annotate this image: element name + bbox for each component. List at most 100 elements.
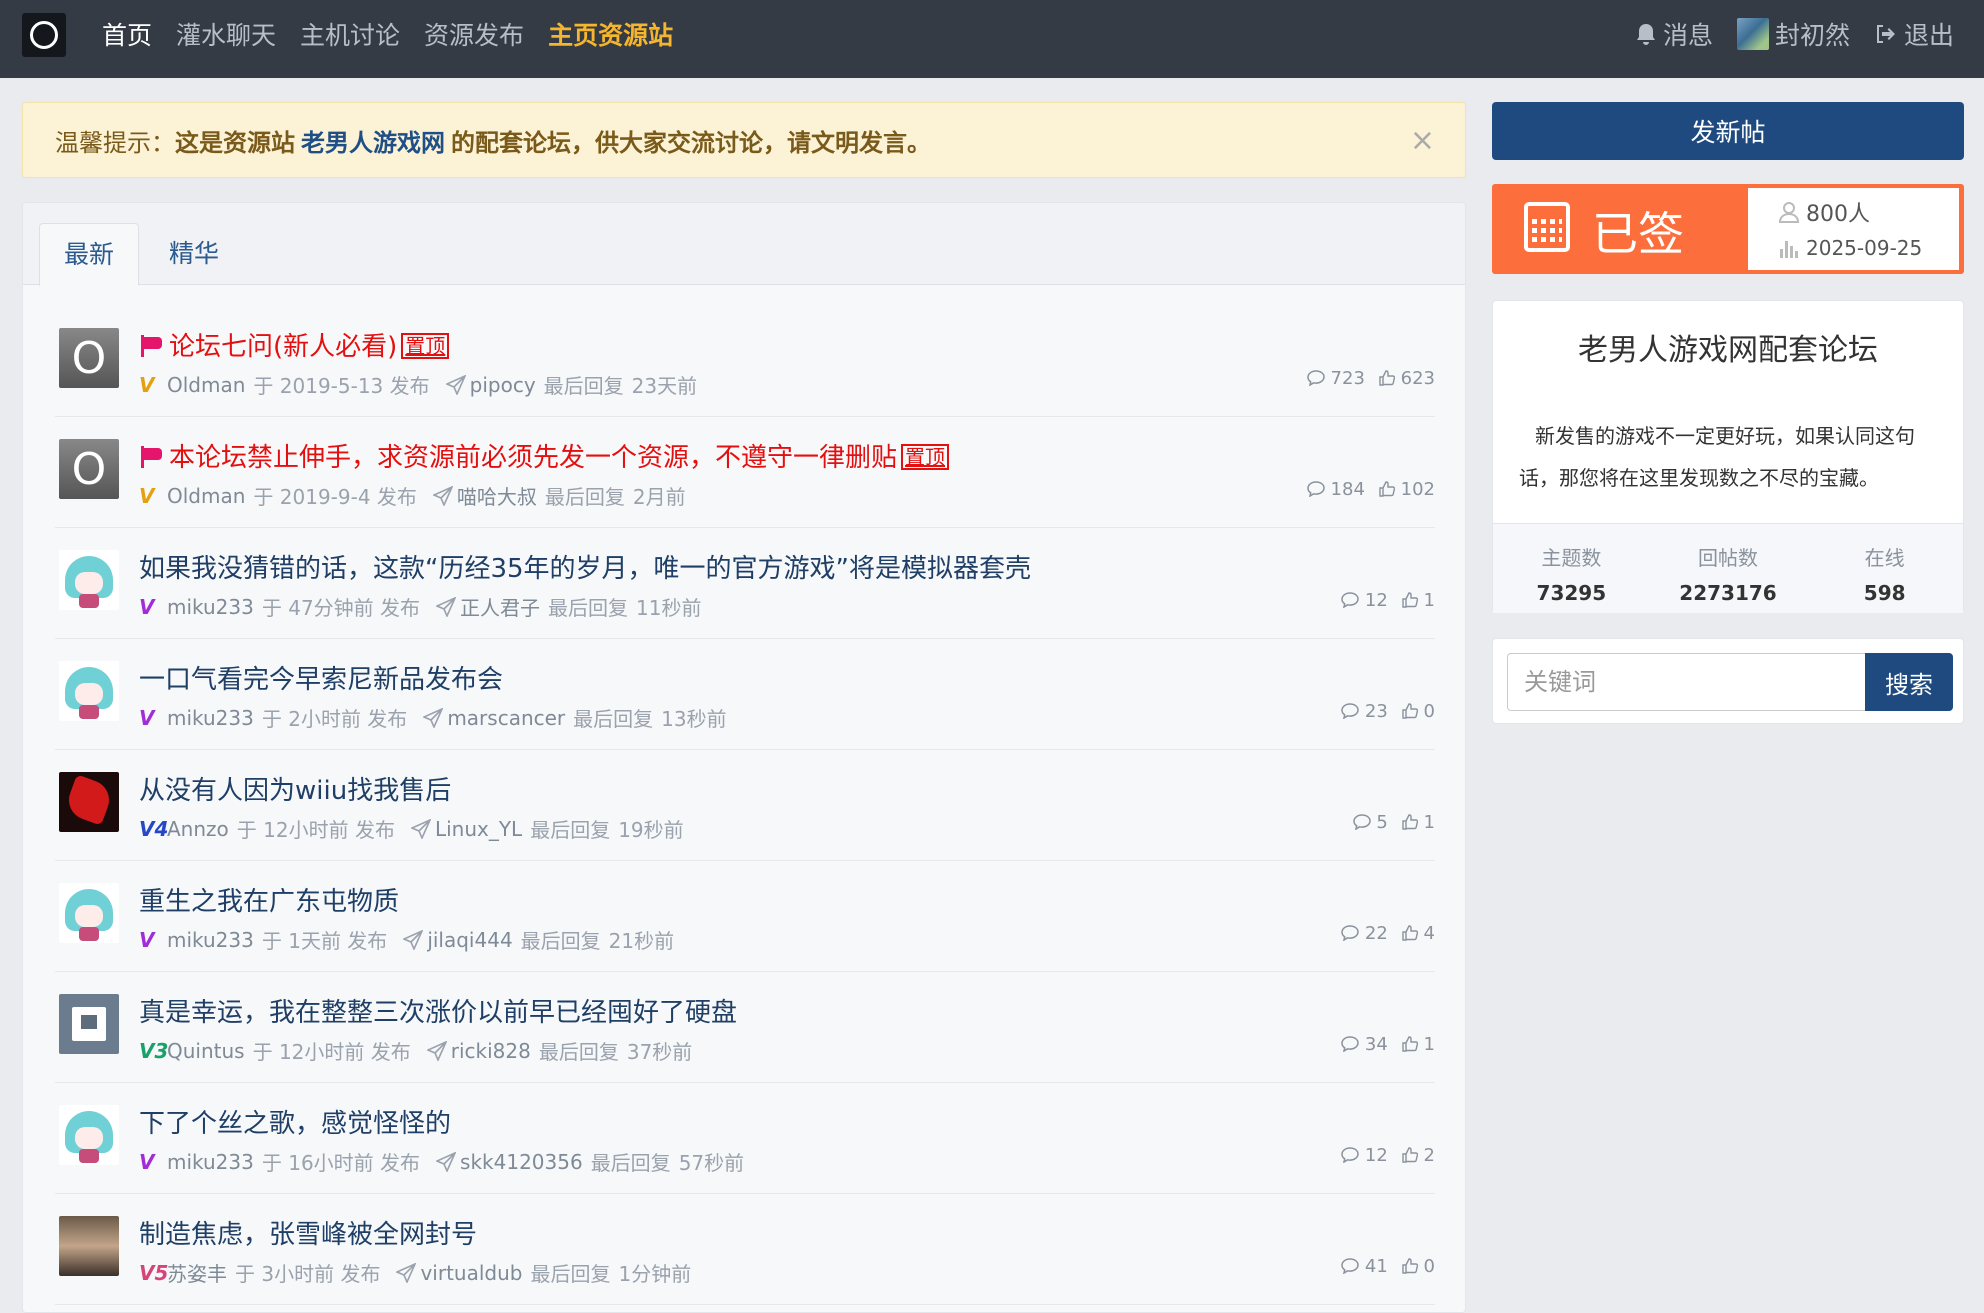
messages-link[interactable]: 消息 [1635,16,1713,52]
avatar[interactable] [59,883,119,943]
topic-title[interactable]: 制造焦虑，张雪峰被全网封号 [139,1214,477,1251]
nav-item-1[interactable]: 灌水聊天 [176,16,276,52]
topic-title-text[interactable]: 制造焦虑，张雪峰被全网封号 [139,1220,477,1250]
new-post-button[interactable]: 发新帖 [1492,102,1964,160]
nav-item-2[interactable]: 主机讨论 [300,16,400,52]
vip-level-icon: V [139,1149,155,1174]
topic-row: 下了个丝之歌，感觉怪怪的 Vmiku233 于 16小时前 发布 skk4120356… [55,1083,1435,1194]
reply-time: 2月前 [632,485,686,509]
user-nav: 消息 封初然 退出 [1635,0,1954,68]
nav-item-0[interactable]: 首页 [102,16,152,52]
nav-item-4[interactable]: 主页资源站 [548,16,673,52]
topic-title-text[interactable]: 真是幸运，我在整整三次涨价以前早已经囤好了硬盘 [139,998,737,1028]
topic-title[interactable]: 真是幸运，我在整整三次涨价以前早已经囤好了硬盘 [139,992,737,1029]
avatar[interactable] [59,1216,119,1276]
like-count: 0 [1402,701,1435,722]
sign-in-widget[interactable]: 已签 800人 2025-09-25 [1492,184,1964,274]
topic-title[interactable]: 本论坛禁止伸手，求资源前必须先发一个资源，不遵守一律删贴 置顶 [139,437,950,474]
stat-label: 主题数 [1541,546,1602,570]
replier-link[interactable]: ricki828 [451,1039,531,1063]
reply-count-value: 723 [1330,368,1365,389]
author-link[interactable]: Annzo [167,817,229,841]
replier-link[interactable]: jilaqi444 [427,928,512,952]
comment-icon [1341,1036,1359,1053]
send-icon [403,929,424,950]
topic-title-text[interactable]: 从没有人因为wiiu找我售后 [139,776,451,806]
pinned-badge: 置顶 [401,333,450,359]
search-input[interactable] [1507,653,1867,711]
avatar[interactable] [59,994,119,1054]
logout-link[interactable]: 退出 [1874,16,1954,52]
topic-title-text[interactable]: 一口气看完今早索尼新品发布会 [139,665,503,695]
search-button[interactable]: 搜索 [1865,653,1953,711]
tab-featured[interactable]: 精华 [145,223,243,286]
replier-link[interactable]: skk4120356 [460,1150,583,1174]
topic-title[interactable]: 重生之我在广东屯物质 [139,881,399,918]
vip-level-icon: V4 [139,816,169,841]
author-link[interactable]: Quintus [167,1039,245,1063]
topic-title[interactable]: 如果我没猜错的话，这款“历经35年的岁月，唯一的官方游戏”将是模拟器套壳 [139,548,1031,585]
notice-site-link[interactable]: 老男人游戏网 [301,123,445,158]
author-link[interactable]: 苏姿丰 [167,1258,227,1287]
stat-value: 598 [1863,581,1906,605]
user-menu[interactable]: 封初然 [1736,16,1850,52]
topic-row: 重生之我在广东屯物质 Vmiku233 于 1天前 发布 jilaqi444 最后回复 2… [55,861,1435,972]
topic-title[interactable]: 从没有人因为wiiu找我售后 [139,770,451,807]
vip-level-icon: V [139,483,155,508]
topic-title-text[interactable]: 如果我没猜错的话，这款“历经35年的岁月，唯一的官方游戏”将是模拟器套壳 [139,554,1031,584]
tab-latest[interactable]: 最新 [39,223,140,286]
topic-title[interactable]: 论坛七问(新人必看) 置顶 [139,326,450,363]
replier-link[interactable]: 正人君子 [460,592,540,621]
reply-label: 最后回复 [538,1040,619,1064]
topic-title[interactable]: 下了个丝之歌，感觉怪怪的 [139,1103,451,1140]
forum-description: 新发售的游戏不一定更好玩，如果认同这句话，那您将在这里发现数之不尽的宝藏。 [1519,424,1915,490]
reply-count-value: 23 [1364,701,1388,722]
replier-link[interactable]: pipocy [470,373,536,397]
topic-row: 真是幸运，我在整整三次涨价以前早已经囤好了硬盘 V3 Quintus 于 12小时前 … [55,972,1435,1083]
avatar[interactable] [59,1105,119,1165]
close-icon[interactable]: × [1410,123,1435,158]
topic-list-panel: 最新 精华 O 论坛七问(新人必看) 置顶 V Oldman 于 2019-5-13 发布… [22,202,1466,1313]
avatar[interactable]: O [59,439,119,499]
author-link[interactable]: Oldman [167,484,245,508]
topic-meta: Vmiku233 于 1天前 发布 jilaqi444 最后回复 21秒前 [139,925,674,954]
search-widget: 搜索 [1492,638,1964,724]
replier-link[interactable]: 喵哈大叔 [457,481,537,510]
replier-link[interactable]: virtualdub [420,1261,522,1285]
topic-meta: V4 Annzo 于 12小时前 发布 Linux_YL 最后回复 19秒前 [139,814,684,843]
topic-meta: Vmiku233 于 16小时前 发布 skk4120356 最后回复 57秒前 [139,1147,744,1176]
reply-label: 最后回复 [530,1262,611,1286]
topic-meta: Vmiku233 于 2小时前 发布 marscancer 最后回复 13秒前 [139,703,727,732]
topic-stats: 5 1 [1352,812,1435,833]
site-logo[interactable] [22,13,66,57]
topic-title-text[interactable]: 本论坛禁止伸手，求资源前必须先发一个资源，不遵守一律删贴 [169,443,897,473]
author-link[interactable]: miku233 [167,1150,254,1174]
avatar[interactable] [59,550,119,610]
author-link[interactable]: miku233 [167,706,254,730]
reply-label: 最后回复 [573,707,654,731]
reply-label: 最后回复 [543,374,624,398]
stat-online: 在线 598 [1806,524,1963,613]
avatar[interactable] [59,661,119,721]
comment-icon [1341,703,1359,720]
messages-label: 消息 [1662,21,1713,50]
like-count: 1 [1402,812,1435,833]
author-link[interactable]: Oldman [167,373,245,397]
author-link[interactable]: miku233 [167,595,254,619]
replier-link[interactable]: Linux_YL [435,817,522,841]
topic-title-text[interactable]: 论坛七问(新人必看) [169,332,397,362]
topic-title[interactable]: 一口气看完今早索尼新品发布会 [139,659,503,696]
topic-title-text[interactable]: 下了个丝之歌，感觉怪怪的 [139,1109,451,1139]
forum-stats: 主题数 73295 回帖数 2273176 在线 598 [1493,523,1963,613]
reply-time: 23天前 [631,374,698,398]
notice-part1: 这是资源站 [175,128,295,157]
avatar[interactable] [59,772,119,832]
stat-label: 回帖数 [1698,546,1758,570]
reply-count-value: 41 [1364,1256,1388,1277]
avatar[interactable]: O [59,328,119,388]
comment-icon [1352,814,1371,831]
replier-link[interactable]: marscancer [447,706,565,730]
nav-item-3[interactable]: 资源发布 [424,16,524,52]
topic-title-text[interactable]: 重生之我在广东屯物质 [139,887,399,917]
author-link[interactable]: miku233 [167,928,254,952]
